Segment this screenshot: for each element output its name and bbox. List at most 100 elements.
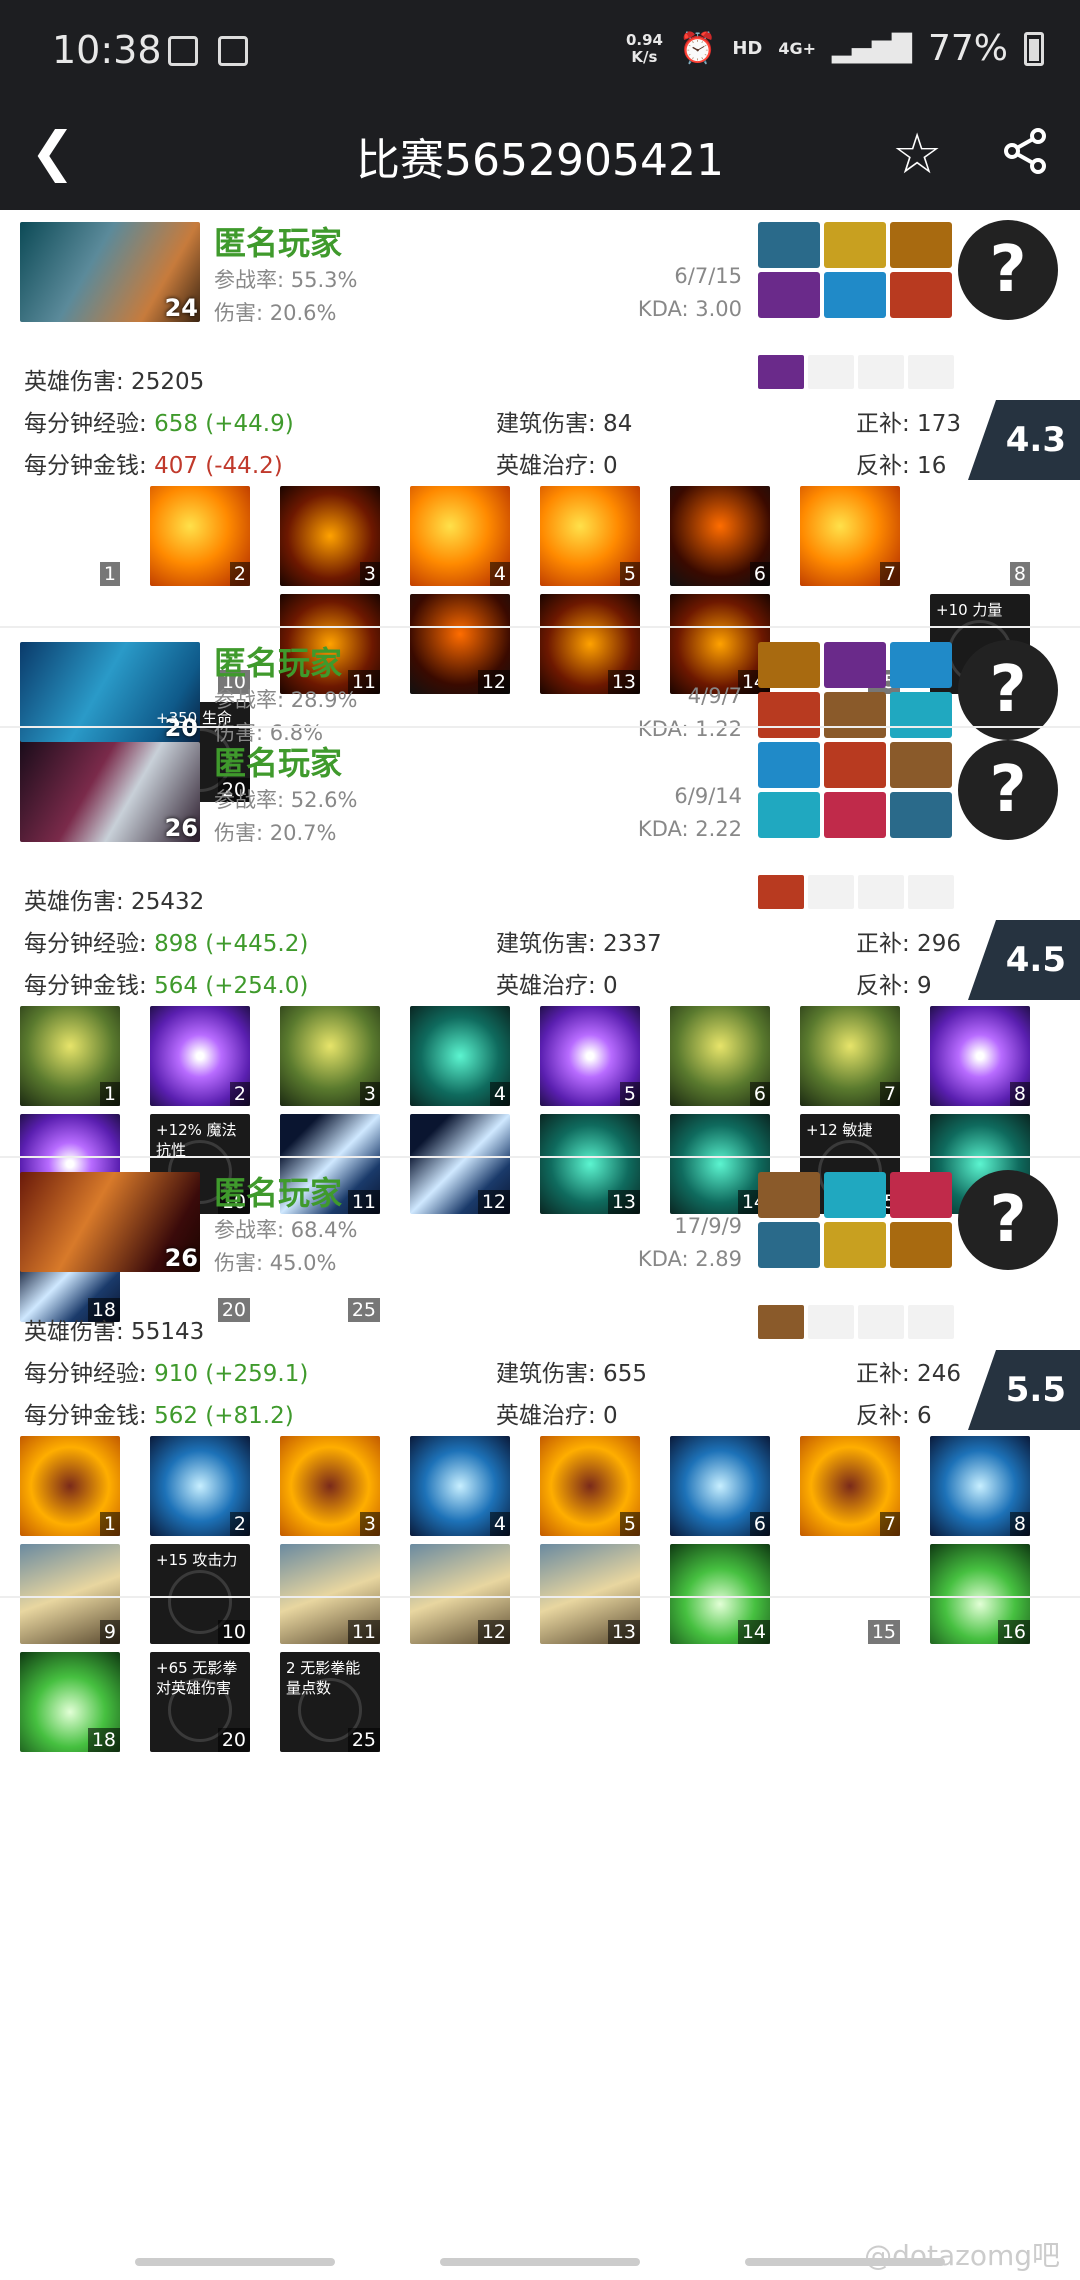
unknown-rank-badge[interactable]: ? [958, 220, 1058, 320]
rating-badge: 4.3 [968, 400, 1080, 480]
gpm-row: 每分钟金钱: 407 (-44.2) [24, 446, 283, 480]
skill-icon[interactable]: 5 [540, 1436, 640, 1536]
player-name[interactable]: 匿名玩家 [214, 638, 342, 684]
item-icon[interactable] [824, 1172, 886, 1218]
skill-icon[interactable]: 7 [800, 1436, 900, 1536]
skill-icon[interactable]: 2 [150, 1436, 250, 1536]
item-icon[interactable] [824, 642, 886, 688]
last-hits: 正补: 296 [856, 931, 961, 957]
backpack-slot[interactable] [908, 355, 954, 389]
skill-icon[interactable]: 3 [280, 1436, 380, 1536]
unknown-rank-badge[interactable]: ? [958, 640, 1058, 740]
skill-icon[interactable]: 8 [930, 1006, 1030, 1106]
skill-icon[interactable]: 14 [670, 1544, 770, 1644]
skill-icon[interactable]: 5 [540, 486, 640, 586]
backpack-slot[interactable] [908, 1305, 954, 1339]
skill-level-number: 7 [879, 562, 900, 586]
unknown-rank-badge[interactable]: ? [958, 740, 1058, 840]
skill-icon[interactable]: 3 [280, 1006, 380, 1106]
backpack-slot[interactable] [808, 875, 854, 909]
skill-icon[interactable]: 4 [410, 486, 510, 586]
item-icon[interactable] [890, 272, 952, 318]
talent-slot[interactable]: 2 无影拳能量点数 25 [280, 1652, 380, 1752]
skill-icon[interactable]: 2 [150, 1006, 250, 1106]
hero-portrait[interactable]: 24 [20, 222, 200, 322]
skill-icon[interactable]: 16 [930, 1544, 1030, 1644]
skill-icon[interactable]: 9 [20, 1544, 120, 1644]
skill-icon[interactable]: 8 [930, 1436, 1030, 1536]
skill-icon[interactable]: 1 [20, 1436, 120, 1536]
skill-icon[interactable]: 6 [670, 1006, 770, 1106]
skill-level-number: 6 [749, 1512, 770, 1536]
skill-icon[interactable]: 6 [670, 486, 770, 586]
item-icon[interactable] [890, 642, 952, 688]
backpack-slot[interactable] [758, 875, 804, 909]
skill-icon[interactable]: 1 [20, 1006, 120, 1106]
xpm-row: 每分钟经验: 658 (+44.9) [24, 404, 294, 438]
item-icon[interactable] [758, 272, 820, 318]
talent-slot[interactable]: +15 攻击力 10 [150, 1544, 250, 1644]
talent-slot[interactable]: +65 无影拳对英雄伤害 20 [150, 1652, 250, 1752]
item-icon[interactable] [890, 1172, 952, 1218]
skill-slot-empty[interactable]: 1 [20, 486, 120, 586]
skill-icon[interactable]: 6 [670, 1436, 770, 1536]
item-icon[interactable] [890, 222, 952, 268]
status-time: 10:38 [52, 28, 162, 72]
player-card[interactable]: 26 匿名玩家 参战率: 52.6% 伤害: 20.7% 6/9/14 KDA: 2.22… [0, 730, 1080, 1322]
skill-level-number: 4 [489, 1082, 510, 1106]
hero-portrait[interactable]: 26 [20, 742, 200, 842]
xpm-value: 658 (+44.9) [154, 411, 294, 437]
item-icon[interactable] [824, 272, 886, 318]
item-icon[interactable] [890, 742, 952, 788]
skill-icon[interactable]: 2 [150, 486, 250, 586]
item-icon[interactable] [758, 742, 820, 788]
divider [0, 626, 1080, 628]
backpack-slot[interactable] [808, 1305, 854, 1339]
skill-icon[interactable]: 5 [540, 1006, 640, 1106]
backpack-slot[interactable] [758, 355, 804, 389]
player-name[interactable]: 匿名玩家 [214, 738, 342, 784]
backpack-slot[interactable] [758, 1305, 804, 1339]
share-icon[interactable] [1000, 126, 1050, 176]
gpm-value: 562 (+81.2) [154, 1403, 294, 1429]
skill-slot-empty[interactable]: 8 [930, 486, 1030, 586]
item-icon[interactable] [824, 742, 886, 788]
skill-icon[interactable]: 18 [20, 1652, 120, 1752]
item-icon[interactable] [758, 1172, 820, 1218]
skill-icon[interactable]: 12 [410, 1544, 510, 1644]
skill-icon[interactable]: 11 [280, 1544, 380, 1644]
skill-level-number: 7 [879, 1512, 900, 1536]
item-icon[interactable] [824, 222, 886, 268]
unknown-rank-badge[interactable]: ? [958, 1170, 1058, 1270]
backpack-slot[interactable] [858, 875, 904, 909]
item-icon[interactable] [758, 642, 820, 688]
rating-badge: 4.5 [968, 920, 1080, 1000]
item-icon[interactable] [824, 792, 886, 838]
xpm-label: 每分钟经验: [24, 931, 155, 957]
skill-icon[interactable]: 3 [280, 486, 380, 586]
item-icon[interactable] [758, 222, 820, 268]
skill-icon[interactable]: 4 [410, 1006, 510, 1106]
item-grid [758, 642, 954, 738]
item-icon[interactable] [758, 1222, 820, 1268]
skill-icon[interactable]: 4 [410, 1436, 510, 1536]
skill-icon[interactable]: 7 [800, 1006, 900, 1106]
player-name[interactable]: 匿名玩家 [214, 218, 342, 264]
item-icon[interactable] [890, 1222, 952, 1268]
star-icon[interactable]: ☆ [892, 122, 942, 187]
item-icon[interactable] [890, 792, 952, 838]
player-card[interactable]: 24 匿名玩家 参战率: 55.3% 伤害: 20.6% 6/7/15 KDA: 3.00… [0, 210, 1080, 802]
skill-icon[interactable]: 13 [540, 1544, 640, 1644]
item-icon[interactable] [824, 1222, 886, 1268]
backpack-slot[interactable] [808, 355, 854, 389]
hero-portrait[interactable]: 26 [20, 1172, 200, 1272]
backpack-slot[interactable] [908, 875, 954, 909]
skill-icon[interactable]: 7 [800, 486, 900, 586]
item-icon[interactable] [758, 792, 820, 838]
player-card[interactable]: 26 匿名玩家 参战率: 68.4% 伤害: 45.0% 17/9/9 KDA: 2.89… [0, 1160, 1080, 1752]
backpack-slot[interactable] [858, 355, 904, 389]
player-name[interactable]: 匿名玩家 [214, 1168, 342, 1214]
backpack-slot[interactable] [858, 1305, 904, 1339]
talent-label: +10 力量 [936, 601, 1003, 619]
skill-slot-empty[interactable]: 15 [800, 1544, 900, 1644]
